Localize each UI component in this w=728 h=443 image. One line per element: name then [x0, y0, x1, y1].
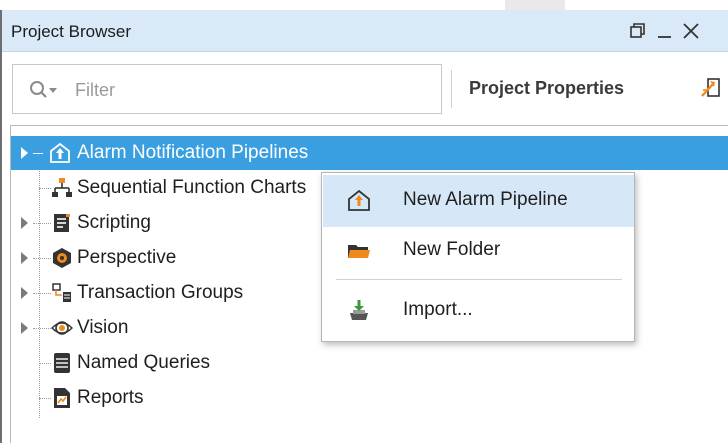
tree-item-label: Alarm Notification Pipelines	[77, 142, 309, 163]
tree-item-label: Perspective	[77, 247, 177, 268]
tree-item-named-queries[interactable]: Named Queries	[11, 346, 728, 380]
panel-title: Project Browser	[11, 22, 131, 41]
alarm-pipeline-icon	[49, 142, 71, 164]
context-menu: New Alarm Pipeline New Folder Import...	[321, 172, 635, 342]
transaction-groups-icon	[51, 282, 73, 304]
panel-titlebar[interactable]: Project Browser	[2, 10, 728, 52]
project-properties-icon	[700, 76, 722, 105]
toolbar-divider	[451, 70, 452, 108]
perspective-icon	[51, 247, 73, 269]
project-properties-button[interactable]: Project Properties	[462, 64, 724, 114]
menu-item-label: Import...	[403, 299, 473, 320]
filter-input[interactable]	[73, 75, 437, 105]
tree-item-label: Sequential Function Charts	[77, 177, 307, 198]
tree-connector	[39, 188, 51, 189]
restore-icon	[630, 23, 645, 38]
close-icon	[683, 23, 699, 39]
tree-connector	[33, 328, 51, 329]
expand-arrow-icon[interactable]	[21, 217, 28, 229]
tree-item-reports[interactable]: Reports	[11, 381, 728, 415]
minimize-button[interactable]	[652, 18, 678, 44]
sfc-icon	[51, 177, 73, 199]
tree-connector	[39, 363, 51, 364]
filter-box[interactable]	[12, 64, 442, 114]
tree-item-label: Named Queries	[77, 352, 211, 373]
search-dropdown-icon[interactable]	[29, 79, 63, 106]
menu-separator	[336, 279, 622, 280]
menu-item-new-folder[interactable]: New Folder	[323, 225, 634, 277]
project-properties-label: Project Properties	[469, 78, 625, 98]
tree-connector	[39, 398, 51, 399]
menu-item-new-alarm-pipeline[interactable]: New Alarm Pipeline	[323, 175, 634, 227]
menu-item-import[interactable]: Import...	[323, 285, 634, 337]
tree-item-label: Scripting	[77, 212, 151, 233]
menu-item-label: New Folder	[403, 239, 501, 260]
alarm-pipeline-icon	[347, 189, 371, 213]
expand-arrow-icon[interactable]	[21, 252, 28, 264]
expand-arrow-icon[interactable]	[21, 322, 28, 334]
tree-connector	[33, 258, 51, 259]
tree-connector	[33, 223, 51, 224]
tree-item-label: Reports	[77, 387, 144, 408]
tree-item-alarm-notification-pipelines[interactable]: Alarm Notification Pipelines	[11, 136, 728, 170]
close-button[interactable]	[678, 18, 704, 44]
top-edge-tab	[505, 0, 565, 10]
menu-item-label: New Alarm Pipeline	[403, 189, 568, 210]
expand-arrow-icon[interactable]	[21, 147, 28, 159]
reports-icon	[51, 387, 73, 409]
expand-arrow-icon[interactable]	[21, 287, 28, 299]
script-icon	[51, 212, 73, 234]
tree-item-label: Transaction Groups	[77, 282, 244, 303]
named-queries-icon	[51, 352, 73, 374]
vision-icon	[51, 317, 73, 339]
tree-item-label: Vision	[77, 317, 129, 338]
tree-connector	[33, 293, 51, 294]
tree-connector	[33, 153, 43, 154]
top-edge	[0, 0, 728, 10]
restore-button[interactable]	[625, 18, 651, 44]
minimize-icon	[658, 36, 671, 38]
folder-icon	[347, 239, 371, 263]
import-icon	[347, 299, 371, 323]
browser-toolbar: Project Properties	[2, 52, 728, 122]
